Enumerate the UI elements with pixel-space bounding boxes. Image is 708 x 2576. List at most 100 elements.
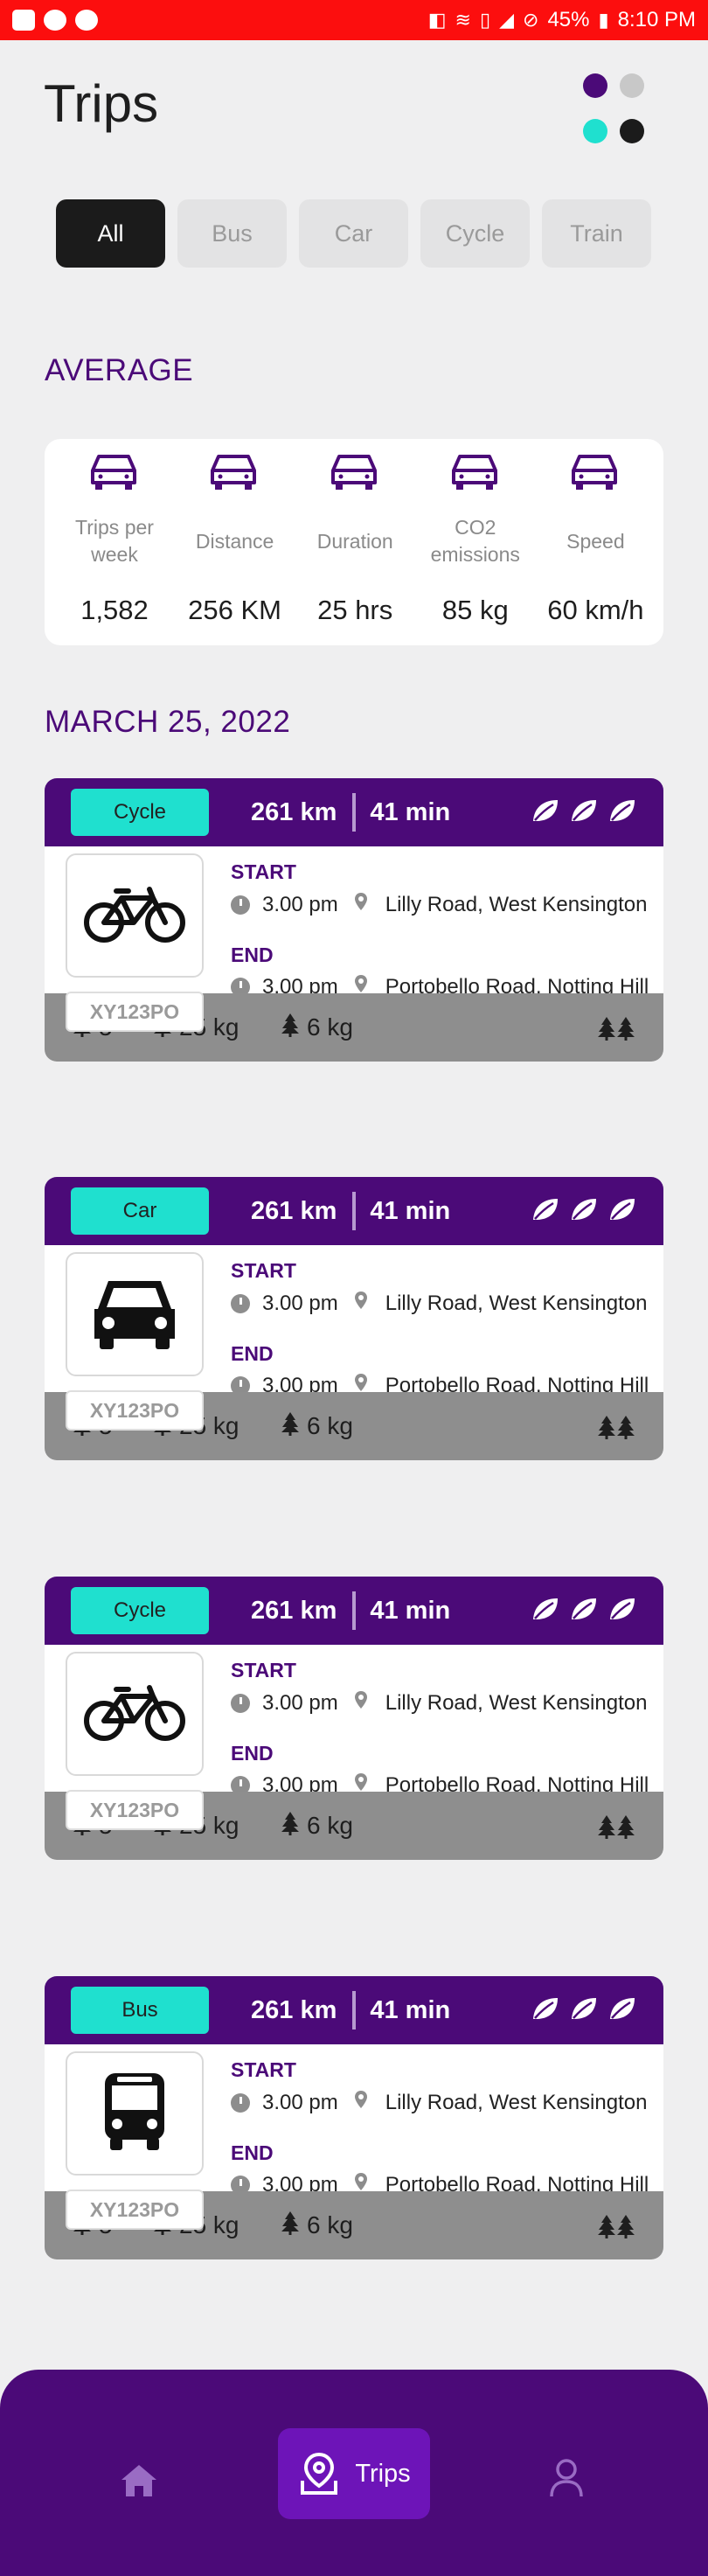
status-bar-left — [12, 10, 98, 31]
wifi-icon: ≋ — [455, 9, 471, 31]
nav-profile-button[interactable] — [549, 2458, 584, 2503]
clock-icon — [231, 1293, 250, 1313]
trip-card-header: Cycle 261 km 41 min — [45, 1577, 663, 1645]
end-label: END — [231, 943, 274, 966]
start-place: Lilly Road, West Kensington — [385, 892, 648, 916]
forest-icon — [597, 1814, 635, 1843]
user-icon — [550, 2459, 583, 2497]
leaf-icon — [607, 1596, 637, 1626]
trip-mode-badge: Cycle — [71, 789, 209, 836]
average-stat-value: 60 km/h — [547, 595, 644, 625]
filter-chip-bus[interactable]: Bus — [177, 199, 287, 268]
signal-icon: ◢ — [499, 9, 515, 31]
trip-card[interactable]: Bus 261 km 41 min START 3.00 pm Lilly Ro — [45, 1976, 663, 2307]
location-pin-icon — [354, 2090, 368, 2115]
trip-summary: 261 km 41 min — [251, 1177, 450, 1245]
co2-emitted-value: 6 kg — [307, 1412, 353, 1439]
trip-card[interactable]: Car 261 km 41 min START 3.00 pm Lilly Ro — [45, 1177, 663, 1507]
trip-card[interactable]: Cycle 261 km 41 min START 3.00 pm Lilly — [45, 1577, 663, 1907]
trip-summary: 261 km 41 min — [251, 1577, 450, 1645]
nav-home-button[interactable] — [119, 2462, 159, 2503]
trip-mode-badge: Car — [71, 1187, 209, 1235]
app-notification-icon — [44, 10, 66, 31]
summary-divider — [352, 1991, 357, 2029]
trip-distance: 261 km — [251, 1596, 337, 1625]
end-label: END — [231, 2141, 274, 2164]
nav-trips-button[interactable]: Trips — [278, 2428, 430, 2519]
bus-icon — [100, 2070, 170, 2158]
filter-chip-cycle[interactable]: Cycle — [420, 199, 530, 268]
license-plate: XY123PO — [66, 1390, 204, 1431]
vehicle-image — [66, 2051, 204, 2176]
start-label: START — [231, 2058, 296, 2081]
trip-card-body: START 3.00 pm Lilly Road, West Kensingto… — [45, 1245, 663, 1431]
leaf-icon — [569, 797, 599, 828]
average-stat-value: 85 kg — [441, 595, 509, 625]
license-plate: XY123PO — [66, 2190, 204, 2230]
license-plate: XY123PO — [66, 1790, 204, 1830]
status-bar: ◧ ≋ ▯ ◢ ⊘ 45% ▮ 8:10 PM — [0, 0, 708, 40]
tree-icon — [597, 1814, 616, 1843]
trip-distance: 261 km — [251, 1196, 337, 1225]
start-place: Lilly Road, West Kensington — [385, 1690, 648, 1715]
tree-icon — [597, 1415, 616, 1444]
location-pin-icon — [354, 1690, 368, 1716]
filter-chip-car[interactable]: Car — [299, 199, 408, 268]
start-label: START — [231, 1259, 296, 1282]
battery-icon: ▮ — [598, 9, 609, 31]
clock-icon — [231, 2092, 250, 2113]
license-plate: XY123PO — [66, 992, 204, 1032]
eco-rating — [531, 1196, 637, 1227]
average-stat-value: 256 KM — [188, 595, 282, 625]
average-stat-item: CO2 emissions 85 kg — [414, 439, 535, 645]
tree-icon — [281, 1013, 307, 1043]
filter-chip-all[interactable]: All — [56, 199, 165, 268]
start-time: 3.00 pm — [262, 2090, 338, 2114]
leaf-icon — [569, 1995, 599, 2026]
teal-dot-icon — [583, 119, 607, 143]
co2-emitted-value: 6 kg — [307, 2211, 353, 2238]
trip-duration: 41 min — [370, 1196, 451, 1225]
average-stat-value: 1,582 — [80, 595, 149, 625]
filter-chip-train[interactable]: Train — [542, 199, 651, 268]
tree-icon — [597, 2214, 616, 2243]
theme-dots-button[interactable] — [583, 73, 644, 143]
trip-card[interactable]: Cycle 261 km 41 min START 3.00 pm Lilly — [45, 778, 663, 1109]
average-stat-label: Duration — [316, 529, 393, 553]
black-dot-icon — [620, 119, 644, 143]
location-pin-icon — [354, 892, 368, 917]
trip-duration: 41 min — [370, 1995, 451, 2024]
alert-notification-icon — [75, 10, 98, 31]
trip-card-body: START 3.00 pm Lilly Road, West Kensingto… — [45, 1645, 663, 1830]
forest-icon — [597, 2214, 635, 2243]
tree-icon — [281, 1411, 307, 1442]
average-stats-card: Trips per week 1,582 Distance 256 KM Duratio… — [45, 439, 663, 645]
end-label: END — [231, 1742, 274, 1765]
tree-icon — [597, 1016, 616, 1045]
gallery-notification-icon — [12, 10, 35, 31]
average-stat-item: Trips per week 1,582 — [53, 439, 174, 645]
co2-emitted-value: 6 kg — [307, 1013, 353, 1041]
summary-divider — [352, 1591, 357, 1630]
average-stat-label: CO2 emissions — [430, 516, 520, 566]
tree-icon — [616, 2214, 635, 2243]
bicycle-icon — [83, 1681, 186, 1748]
start-time: 3.00 pm — [262, 1291, 338, 1315]
trip-distance: 261 km — [251, 797, 337, 826]
tree-icon — [616, 1016, 635, 1045]
average-stat-label: Trips per week — [75, 516, 154, 566]
battery-percent: 45% — [547, 8, 590, 31]
clock-icon — [231, 1693, 250, 1713]
bottom-navigation: Trips — [0, 2370, 708, 2576]
co2-emitted: 6 kg — [281, 1392, 353, 1460]
car-outline-icon — [87, 451, 141, 496]
leaf-icon — [607, 1995, 637, 2026]
forest-icon — [597, 1016, 635, 1045]
average-stat-item: Duration 25 hrs — [294, 439, 414, 645]
clock-time: 8:10 PM — [617, 8, 696, 31]
car-outline-icon — [206, 451, 260, 496]
average-stat-label: Speed — [566, 529, 625, 553]
leaf-icon — [607, 797, 637, 828]
trip-mode-badge: Cycle — [71, 1587, 209, 1634]
trip-card-header: Cycle 261 km 41 min — [45, 778, 663, 846]
